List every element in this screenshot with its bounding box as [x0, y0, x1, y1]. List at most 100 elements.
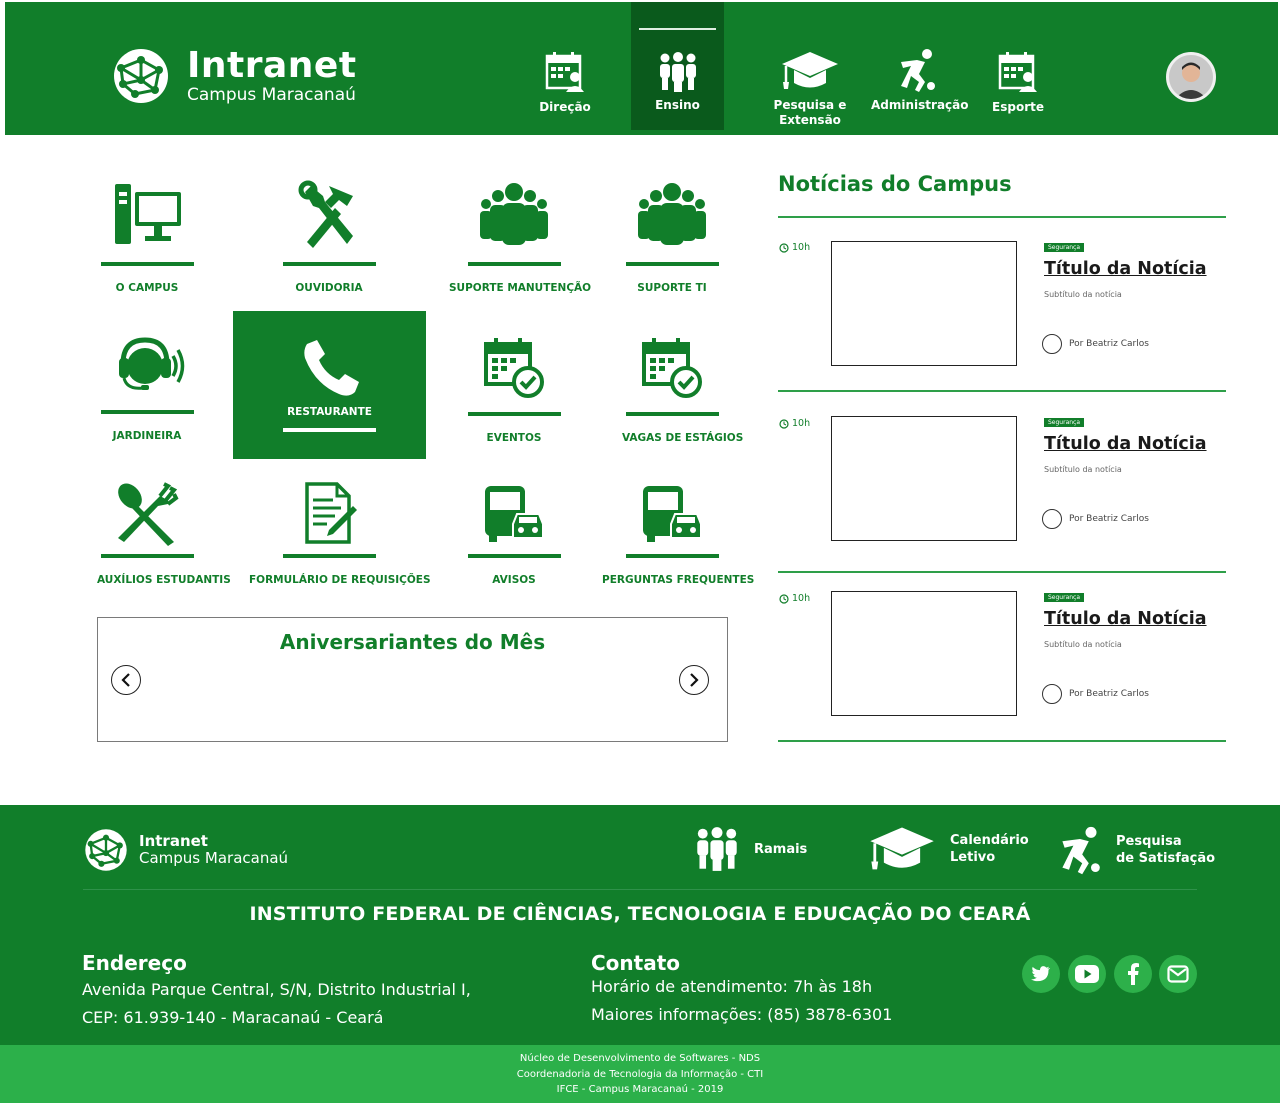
news-subtitle: Subtítulo da notícia	[1044, 465, 1122, 474]
author-avatar	[1042, 334, 1062, 354]
author-avatar	[1042, 684, 1062, 704]
nav-direcao[interactable]: Direção	[535, 2, 595, 130]
tile-label: AUXÍLIOS ESTUDANTIS	[97, 574, 231, 586]
tile-eventos[interactable]: EVENTOS	[464, 336, 564, 444]
computer-icon	[115, 184, 181, 244]
tile-ouvidoria[interactable]: OUVIDORIA	[279, 178, 379, 294]
news-time: 10h	[792, 418, 811, 429]
calendar-check-icon	[484, 338, 544, 398]
phone-icon	[303, 340, 359, 396]
email-button[interactable]	[1159, 955, 1197, 993]
mail-icon	[1167, 965, 1189, 983]
bus-car-icon	[485, 486, 544, 542]
clock-icon	[779, 242, 789, 253]
tile-vagas-estagios[interactable]: VAGAS DE ESTÁGIOS	[622, 336, 744, 444]
contact-hours: Horário de atendimento: 7h às 18h	[591, 977, 873, 996]
address-line2: CEP: 61.939-140 - Maracanaú - Ceará	[82, 1008, 384, 1027]
news-subtitle: Subtítulo da notícia	[1044, 640, 1122, 649]
footer-link-calendario[interactable]: Calendário Letivo	[868, 825, 1029, 873]
group-icon	[659, 52, 696, 92]
news-section-title: Notícias do Campus	[778, 172, 1012, 196]
footer-link-label: Ramais	[754, 841, 808, 857]
top-header: Intranet Campus Maracanaú Direção Ensino	[5, 2, 1278, 135]
user-photo-icon	[1169, 55, 1213, 99]
tile-avisos[interactable]: AVISOS	[464, 480, 564, 586]
twitter-button[interactable]	[1022, 955, 1060, 993]
globe-network-icon	[85, 829, 127, 871]
nav-administracao[interactable]: Administração	[871, 2, 969, 130]
graduation-cap-icon	[782, 52, 838, 89]
news-image[interactable]	[831, 241, 1017, 366]
footer-logo[interactable]: Intranet Campus Maracanaú	[83, 827, 288, 873]
chevron-left-icon	[121, 673, 130, 687]
address-line1: Avenida Parque Central, S/N, Distrito In…	[82, 980, 471, 999]
birthday-title: Aniversariantes do Mês	[279, 630, 546, 654]
runner-icon	[1062, 826, 1100, 875]
tile-label: SUPORTE MANUTENÇÃO	[449, 282, 592, 294]
tile-restaurante[interactable]: RESTAURANTE	[233, 311, 426, 459]
news-author: Por Beatriz Carlos	[1069, 339, 1149, 349]
credits-bar: Núcleo de Desenvolvimento de Softwares -…	[0, 1045, 1280, 1103]
intranet-logo[interactable]: Intranet Campus Maracanaú	[111, 46, 357, 106]
tile-suporte-manutencao[interactable]: SUPORTE MANUTENÇÃO	[449, 178, 592, 294]
footer-link-pesquisa-satisfacao[interactable]: Pesquisa de Satisfação	[1058, 825, 1215, 875]
calendar-people-icon	[545, 52, 584, 92]
people-group-icon	[480, 183, 548, 245]
next-button[interactable]	[679, 665, 709, 695]
youtube-button[interactable]	[1068, 955, 1106, 993]
news-tag[interactable]: Segurança	[1044, 418, 1085, 427]
nav-pesquisa-extensao[interactable]: Pesquisa e Extensão	[770, 2, 850, 130]
footer-link-ramais[interactable]: Ramais	[694, 825, 807, 873]
news-headline[interactable]: Título da Notícia	[1044, 259, 1207, 279]
footer: Intranet Campus Maracanaú Ramais Calendá…	[0, 805, 1280, 1045]
bus-car-icon	[643, 486, 702, 542]
nav-esporte[interactable]: Esporte	[988, 2, 1048, 130]
divider	[778, 740, 1226, 742]
tile-label: VAGAS DE ESTÁGIOS	[622, 432, 744, 444]
tile-o-campus[interactable]: O CAMPUS	[97, 178, 197, 294]
tile-label: FORMULÁRIO DE REQUISIÇÕES	[249, 574, 431, 586]
user-avatar[interactable]	[1166, 52, 1216, 102]
people-group-icon	[638, 183, 706, 245]
news-headline[interactable]: Título da Notícia	[1044, 609, 1207, 629]
institution-name: INSTITUTO FEDERAL DE CIÊNCIAS, TECNOLOGI…	[249, 903, 1031, 925]
tile-perguntas-frequentes[interactable]: PERGUNTAS FREQUENTES	[602, 480, 754, 586]
footer-logo-title: Intranet	[139, 832, 208, 850]
footer-link-label: Calendário Letivo	[950, 833, 1029, 865]
globe-network-icon	[114, 49, 168, 103]
author-avatar	[1042, 509, 1062, 529]
news-image[interactable]	[831, 591, 1017, 716]
news-time: 10h	[792, 242, 811, 253]
nav-ensino[interactable]: Ensino	[631, 2, 724, 130]
news-tag[interactable]: Segurança	[1044, 593, 1085, 602]
nav-label: Administração	[871, 98, 969, 112]
prev-button[interactable]	[111, 665, 141, 695]
clock-icon	[779, 593, 789, 604]
youtube-icon	[1075, 965, 1099, 983]
credits-line: IFCE - Campus Maracanaú - 2019	[556, 1084, 724, 1095]
divider	[778, 390, 1226, 392]
runner-icon	[901, 49, 935, 92]
facebook-icon	[1128, 963, 1139, 985]
footer-logo-subtitle: Campus Maracanaú	[139, 849, 289, 867]
calendar-check-icon	[642, 338, 702, 398]
fork-knife-icon	[118, 482, 179, 546]
tile-formulario-requisicoes[interactable]: FORMULÁRIO DE REQUISIÇÕES	[249, 480, 431, 586]
news-headline[interactable]: Título da Notícia	[1044, 434, 1207, 454]
birthday-carousel: Aniversariantes do Mês	[97, 617, 728, 742]
news-subtitle: Subtítulo da notícia	[1044, 290, 1122, 299]
tile-auxilios-estudantis[interactable]: AUXÍLIOS ESTUDANTIS	[97, 480, 231, 586]
facebook-button[interactable]	[1114, 955, 1152, 993]
contact-phone: Maiores informações: (85) 3878-6301	[591, 1005, 893, 1024]
address-heading: Endereço	[82, 951, 187, 975]
divider	[778, 216, 1226, 218]
clock-icon	[779, 418, 789, 429]
tile-label: O CAMPUS	[115, 282, 179, 294]
tile-suporte-ti[interactable]: SUPORTE TI	[622, 178, 722, 294]
footer-divider	[83, 889, 1197, 890]
news-image[interactable]	[831, 416, 1017, 541]
graduation-cap-icon	[870, 827, 934, 870]
news-tag[interactable]: Segurança	[1044, 243, 1085, 252]
tile-jardineira[interactable]: JARDINEIRA	[97, 334, 197, 442]
logo-title: Intranet	[187, 45, 357, 86]
